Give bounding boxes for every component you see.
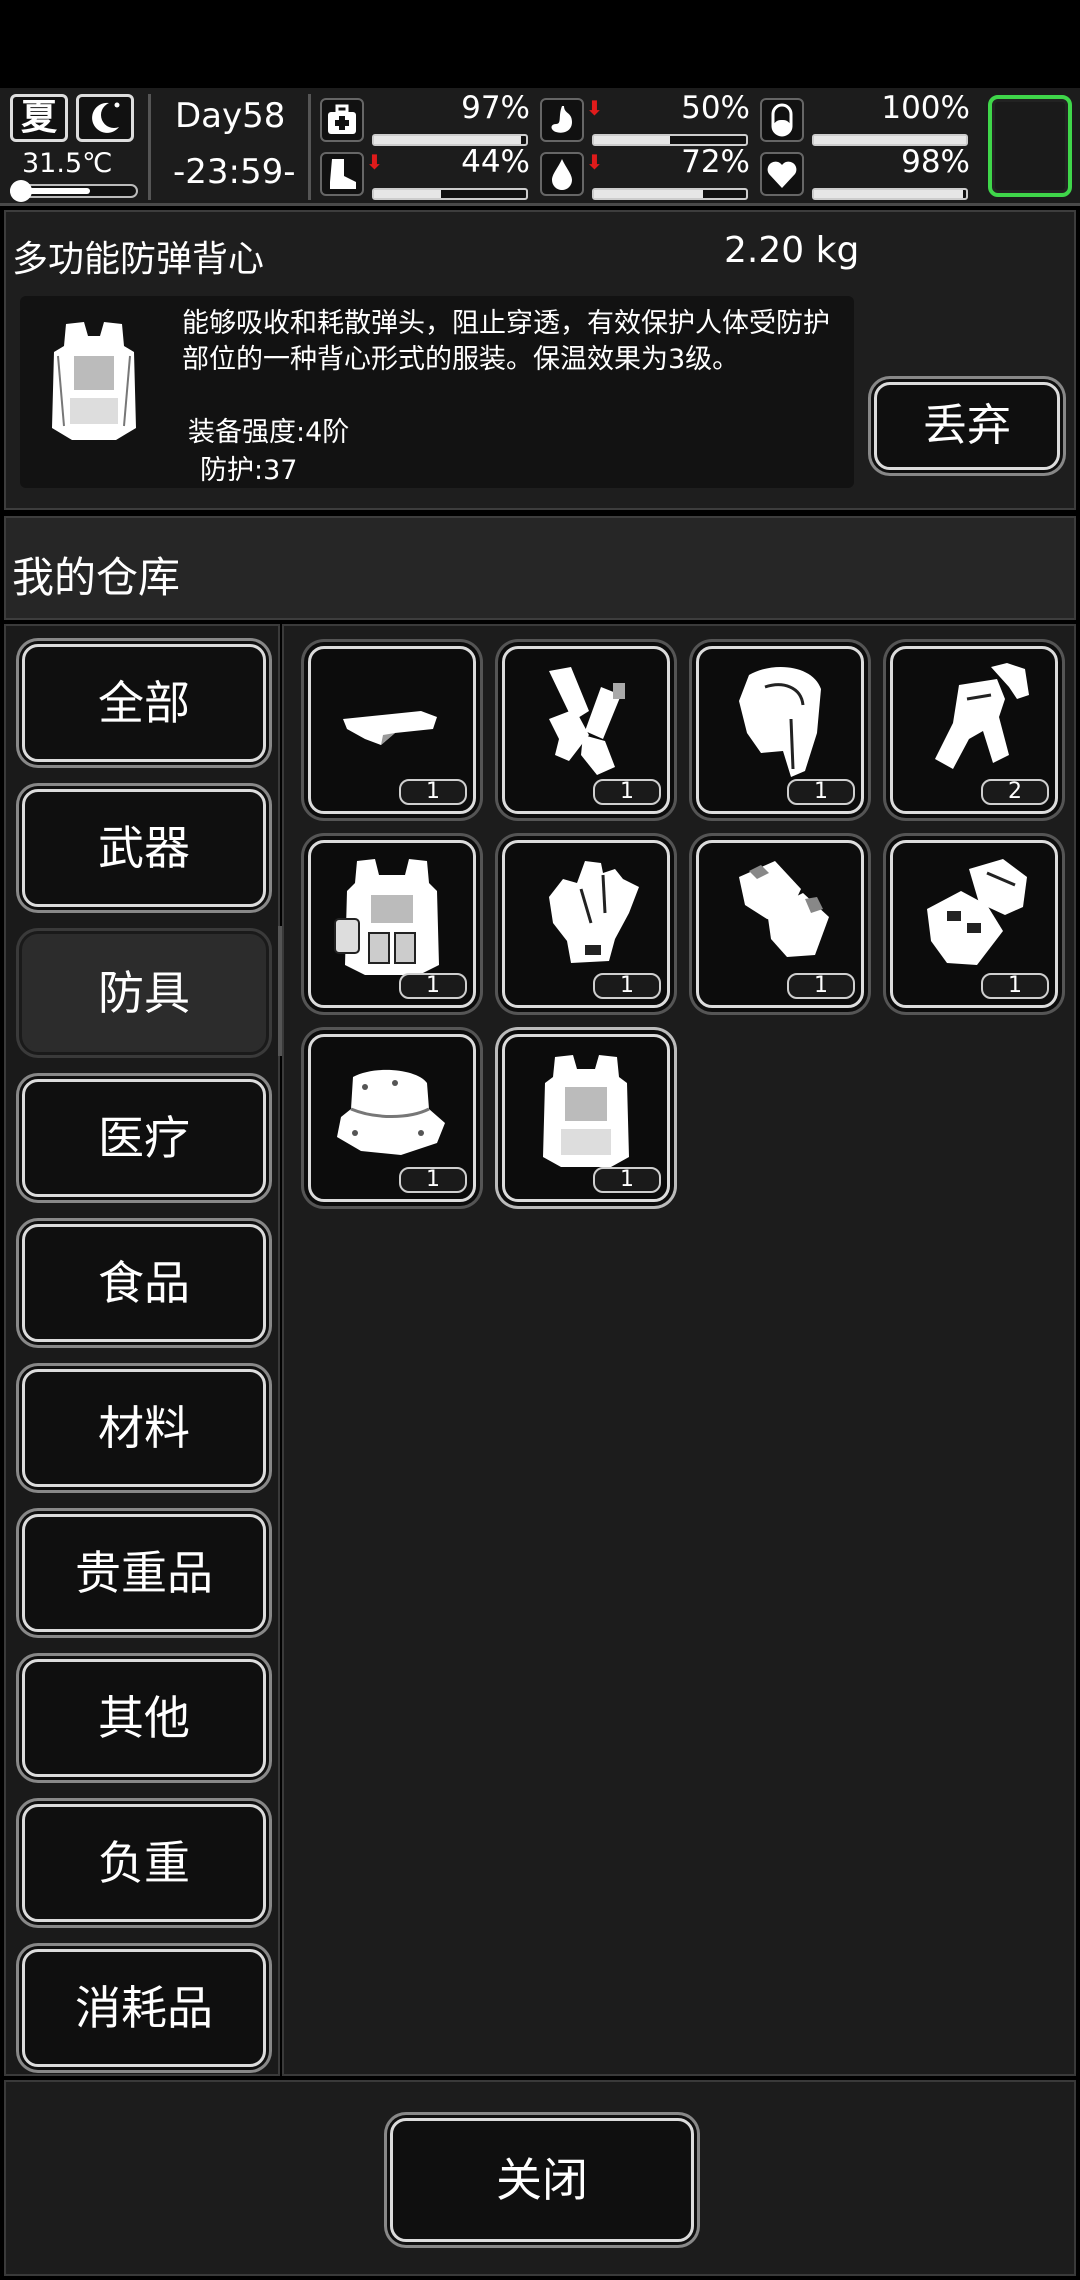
item-name: 多功能防弹背心 <box>12 239 265 280</box>
mood-value: 98% <box>901 144 970 180</box>
warehouse-header: 我的仓库 <box>4 516 1076 620</box>
item-slot-tactical-gloves[interactable]: 1 <box>890 840 1058 1008</box>
category-consumables[interactable]: 消耗品 <box>22 1949 266 2067</box>
category-list[interactable]: 全部 武器 防具 医疗 食品 材料 贵重品 其他 负重 消耗品 <box>4 624 284 2076</box>
bulletproof-vest-icon <box>543 1055 629 1167</box>
discard-button[interactable]: 丢弃 <box>874 382 1060 470</box>
stat-hunger: ⬇ 50% <box>540 90 750 146</box>
tracksuit-icon <box>935 663 1029 769</box>
pill-icon <box>760 98 804 142</box>
medkit-icon <box>320 98 364 142</box>
glove-icon <box>549 861 639 963</box>
visor-cap-icon <box>343 711 437 745</box>
category-weapons[interactable]: 武器 <box>22 789 266 907</box>
tactical-vest-icon <box>334 859 439 975</box>
item-count: 1 <box>593 779 661 805</box>
day-counter: Day58 <box>175 96 286 136</box>
item-count: 2 <box>981 779 1049 805</box>
status-bar: 夏 31.5℃ Day58 -23:59- 97% ⬇ 50% 100% ⬇ 4… <box>0 88 1080 206</box>
category-other[interactable]: 其他 <box>22 1659 266 1777</box>
item-count: 1 <box>593 1167 661 1193</box>
item-description: 能够吸收和耗散弹头，阻止穿透，有效保护人体受防护部位的一种背心形式的服装。保温效… <box>182 308 830 375</box>
item-count: 1 <box>787 973 855 999</box>
item-slot-tactical-vest[interactable]: 1 <box>308 840 476 1008</box>
water-drop-icon <box>540 152 584 196</box>
item-count: 1 <box>981 973 1049 999</box>
item-strength: 装备强度:4阶 <box>188 417 350 448</box>
item-grid: 1 1 1 2 1 1 1 1 1 1 <box>282 624 1076 2076</box>
item-slot-glove[interactable]: 1 <box>502 840 670 1008</box>
heart-icon <box>760 152 804 196</box>
item-count: 1 <box>399 779 467 805</box>
item-slot-visor-cap[interactable]: 1 <box>308 646 476 814</box>
stat-stamina: ⬇ 44% <box>320 144 530 200</box>
category-medical[interactable]: 医疗 <box>22 1079 266 1197</box>
stat-health: 97% <box>320 90 530 146</box>
season-indicator: 夏 <box>10 94 68 142</box>
night-moon-icon <box>76 94 134 142</box>
category-food[interactable]: 食品 <box>22 1224 266 1342</box>
item-slot-tracksuit[interactable]: 2 <box>890 646 1058 814</box>
item-slot-fingerless-gloves[interactable]: 1 <box>696 840 864 1008</box>
temperature-value: 31.5℃ <box>22 148 113 179</box>
tactical-gloves-icon <box>927 859 1027 965</box>
health-value: 97% <box>461 90 530 126</box>
item-count: 1 <box>593 973 661 999</box>
category-all[interactable]: 全部 <box>22 644 266 762</box>
category-materials[interactable]: 材料 <box>22 1369 266 1487</box>
item-detail-panel: 多功能防弹背心 2.20 kg 能够吸收和耗散弹头，阻止穿透，有效保护人体受防护… <box>4 210 1076 510</box>
thirst-decrease-arrow-icon: ⬇ <box>586 150 603 174</box>
item-count: 1 <box>399 1167 467 1193</box>
stamina-decrease-arrow-icon: ⬇ <box>366 150 383 174</box>
pill-value: 100% <box>881 90 970 126</box>
thermometer-bar <box>10 180 138 202</box>
category-carry[interactable]: 负重 <box>22 1804 266 1922</box>
thermometer-fill <box>24 188 90 194</box>
item-count: 1 <box>787 779 855 805</box>
stat-thirst: ⬇ 72% <box>540 144 750 200</box>
arm-sleeves-icon <box>549 667 625 775</box>
item-count: 1 <box>399 973 467 999</box>
stamina-value: 44% <box>461 144 530 180</box>
stomach-icon <box>540 98 584 142</box>
thirst-value: 72% <box>681 144 750 180</box>
bulletproof-vest-icon <box>52 322 136 440</box>
item-protection: 防护:37 <box>200 455 298 486</box>
fingerless-gloves-icon <box>739 861 829 957</box>
item-slot-bucket-hat[interactable]: 1 <box>308 1034 476 1202</box>
category-valuables[interactable]: 贵重品 <box>22 1514 266 1632</box>
clock: -23:59- <box>173 152 296 192</box>
footer: 关闭 <box>4 2080 1076 2276</box>
item-slot-hood[interactable]: 1 <box>696 646 864 814</box>
close-button[interactable]: 关闭 <box>390 2118 694 2242</box>
item-weight: 2.20 kg <box>724 230 860 271</box>
item-description-box: 能够吸收和耗散弹头，阻止穿透，有效保护人体受防护部位的一种背心形式的服装。保温效… <box>20 296 854 488</box>
item-slot-arm-sleeves[interactable]: 1 <box>502 646 670 814</box>
hunger-value: 50% <box>681 90 750 126</box>
warehouse-title: 我的仓库 <box>12 553 181 602</box>
equipped-slot[interactable] <box>988 95 1072 197</box>
stat-pill: 100% <box>760 90 970 146</box>
item-slot-bulletproof-vest[interactable]: 1 <box>502 1034 670 1202</box>
category-armor[interactable]: 防具 <box>22 934 266 1052</box>
hood-icon <box>739 666 821 777</box>
bucket-hat-icon <box>337 1069 445 1155</box>
hunger-decrease-arrow-icon: ⬇ <box>586 96 603 120</box>
boot-icon <box>320 152 364 196</box>
stat-mood: 98% <box>760 144 970 200</box>
